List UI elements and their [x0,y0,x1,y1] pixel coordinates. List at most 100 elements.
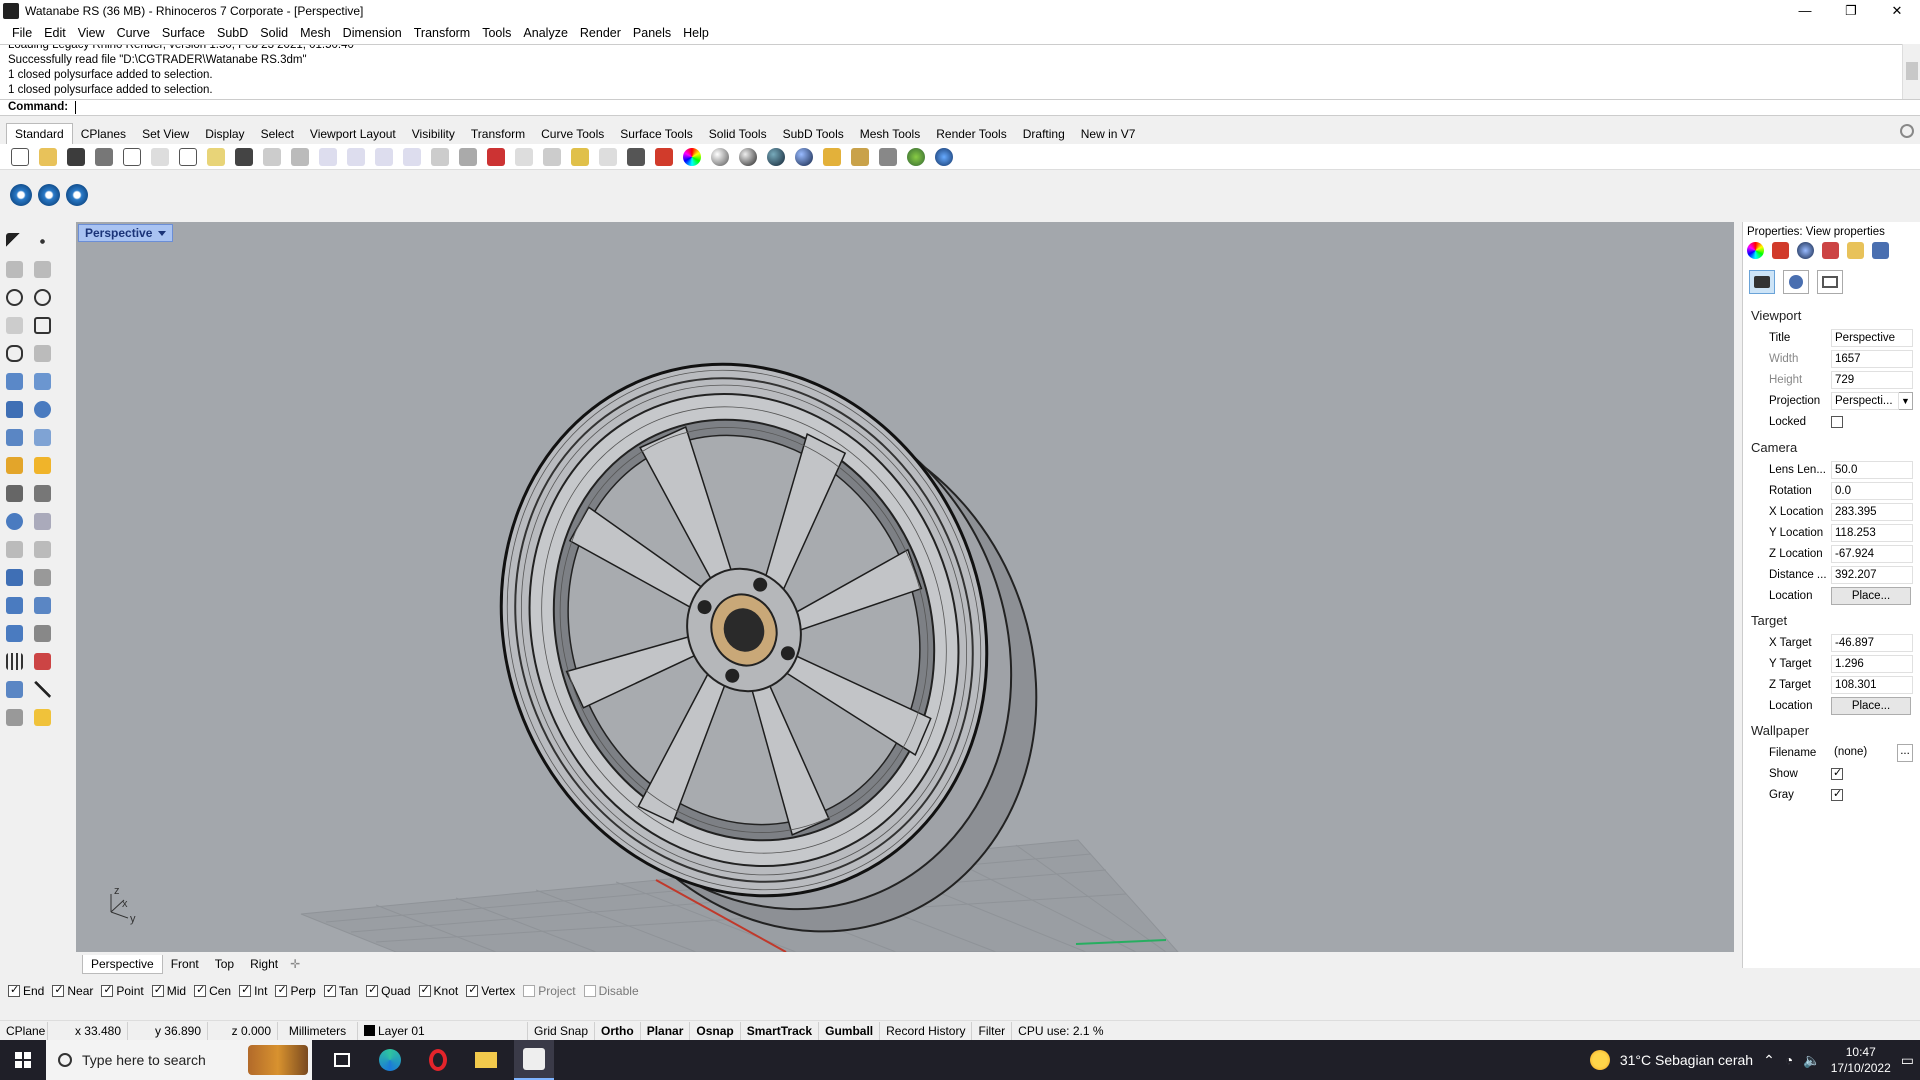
loft-icon[interactable] [31,370,53,392]
dimension-tool-icon[interactable] [31,566,53,588]
select-icon[interactable] [512,146,536,168]
cplane-status[interactable]: CPlane [0,1021,48,1040]
osnap-toggle[interactable]: Osnap [690,1021,741,1040]
rendered-sphere-icon[interactable] [736,146,760,168]
check-icon[interactable] [31,678,53,700]
osnap-perp[interactable]: Perp [275,983,316,998]
checkbox[interactable] [194,983,207,997]
lens-length-field[interactable]: 50.0 [1831,461,1913,479]
checkbox[interactable] [239,983,252,997]
move-view-icon[interactable] [288,146,312,168]
weather-icon[interactable] [1589,1050,1610,1070]
add-viewport-icon[interactable]: ✛ [286,957,300,971]
undo-icon[interactable] [232,146,256,168]
arc-icon[interactable] [3,314,25,336]
tab-transform[interactable]: Transform [463,124,533,144]
menu-panels[interactable]: Panels [627,26,677,40]
planar-toggle[interactable]: Planar [641,1021,691,1040]
chevron-up-icon[interactable]: ⌃ [1763,1052,1775,1069]
rhino-taskbar-icon[interactable] [514,1040,554,1080]
options-icon[interactable] [848,146,872,168]
checkbox[interactable] [523,985,536,997]
x-location-field[interactable]: 283.395 [1831,503,1913,521]
menu-surface[interactable]: Surface [156,26,211,40]
rotate-view-icon[interactable] [428,146,452,168]
checkbox[interactable] [466,983,479,997]
zoom-window-icon[interactable] [344,146,368,168]
clock[interactable]: 10:47 17/10/2022 [1831,1044,1891,1076]
checkbox[interactable] [583,985,596,997]
surface-icon[interactable] [3,370,25,392]
projection-select[interactable]: Perspecti... [1831,392,1899,410]
pan-hand-icon[interactable] [260,146,284,168]
pencil-icon[interactable] [820,146,844,168]
osnap-project[interactable]: Project [523,984,576,998]
warning-icon[interactable] [31,706,53,728]
z-location-field[interactable]: -67.924 [1831,545,1913,563]
ellipse-icon[interactable] [31,286,53,308]
plugin-refresh-icon[interactable] [66,184,88,206]
layers-icon[interactable] [652,146,676,168]
library-tab-icon[interactable] [1847,242,1864,259]
open-folder-icon[interactable] [36,146,60,168]
tab-curve-tools[interactable]: Curve Tools [533,124,612,144]
tab-viewport-layout[interactable]: Viewport Layout [302,124,404,144]
tab-visibility[interactable]: Visibility [404,124,463,144]
osnap-disable[interactable]: Disable [583,984,639,998]
grid-snap-toggle[interactable]: Grid Snap [528,1021,596,1040]
command-input[interactable] [75,100,1876,114]
menu-file[interactable]: File [6,26,38,40]
target-place-button[interactable]: Place... [1831,697,1911,715]
box-icon[interactable] [3,398,25,420]
checkbox[interactable] [323,983,336,997]
start-button[interactable] [0,1040,46,1080]
fillet-curve-icon[interactable] [31,342,53,364]
browse-button[interactable]: ... [1897,744,1913,762]
tab-set-view[interactable]: Set View [134,124,197,144]
plugin-render-icon[interactable] [10,184,32,206]
scrollbar-thumb[interactable] [1906,62,1918,80]
cut-icon[interactable] [148,146,172,168]
polyline-icon[interactable] [3,258,25,280]
scale-icon[interactable] [31,538,53,560]
task-view-icon[interactable] [322,1040,362,1080]
y-location-field[interactable]: 118.253 [1831,524,1913,542]
tab-display[interactable]: Display [197,124,252,144]
shaded-sphere-icon[interactable] [708,146,732,168]
grid-array-icon[interactable] [3,650,25,672]
car-icon[interactable] [484,146,508,168]
viewport-layout-icon[interactable] [456,146,480,168]
locked-checkbox[interactable] [1831,416,1843,428]
zoom-extents-icon[interactable] [372,146,396,168]
viewport-tab-top[interactable]: Top [207,955,242,973]
dimension-icon[interactable] [876,146,900,168]
menu-dimension[interactable]: Dimension [337,26,408,40]
x-target-field[interactable]: -46.897 [1831,634,1913,652]
taskbar-search[interactable]: Type here to search [46,1040,312,1080]
network-icon[interactable]: ◔ [1785,1052,1793,1068]
named-views-tab-icon[interactable] [1872,242,1889,259]
show-checkbox[interactable] [1831,766,1843,780]
paste-icon[interactable] [204,146,228,168]
osnap-vertex[interactable]: Vertex [466,983,515,998]
zoom-selected-icon[interactable] [400,146,424,168]
checkbox[interactable] [8,983,20,997]
menu-curve[interactable]: Curve [111,26,156,40]
viewport-tab-right[interactable]: Right [242,955,286,973]
render-settings-icon[interactable] [1783,270,1809,294]
print-icon[interactable] [92,146,116,168]
layers-tab-icon[interactable] [1772,242,1789,259]
current-layer[interactable]: Layer 01 [358,1021,528,1040]
tab-select[interactable]: Select [253,124,302,144]
rotate-icon[interactable] [3,538,25,560]
array-icon[interactable] [31,510,53,532]
render-sphere-blue-icon[interactable] [792,146,816,168]
restore-button[interactable]: ❐ [1828,0,1874,22]
edit-points-icon[interactable] [3,678,25,700]
properties-icon[interactable] [3,706,25,728]
gumball-icon[interactable] [31,650,53,672]
camera-place-button[interactable]: Place... [1831,587,1911,605]
new-file-icon[interactable] [8,146,32,168]
checkbox[interactable] [418,983,431,997]
snap-icon[interactable] [568,146,592,168]
